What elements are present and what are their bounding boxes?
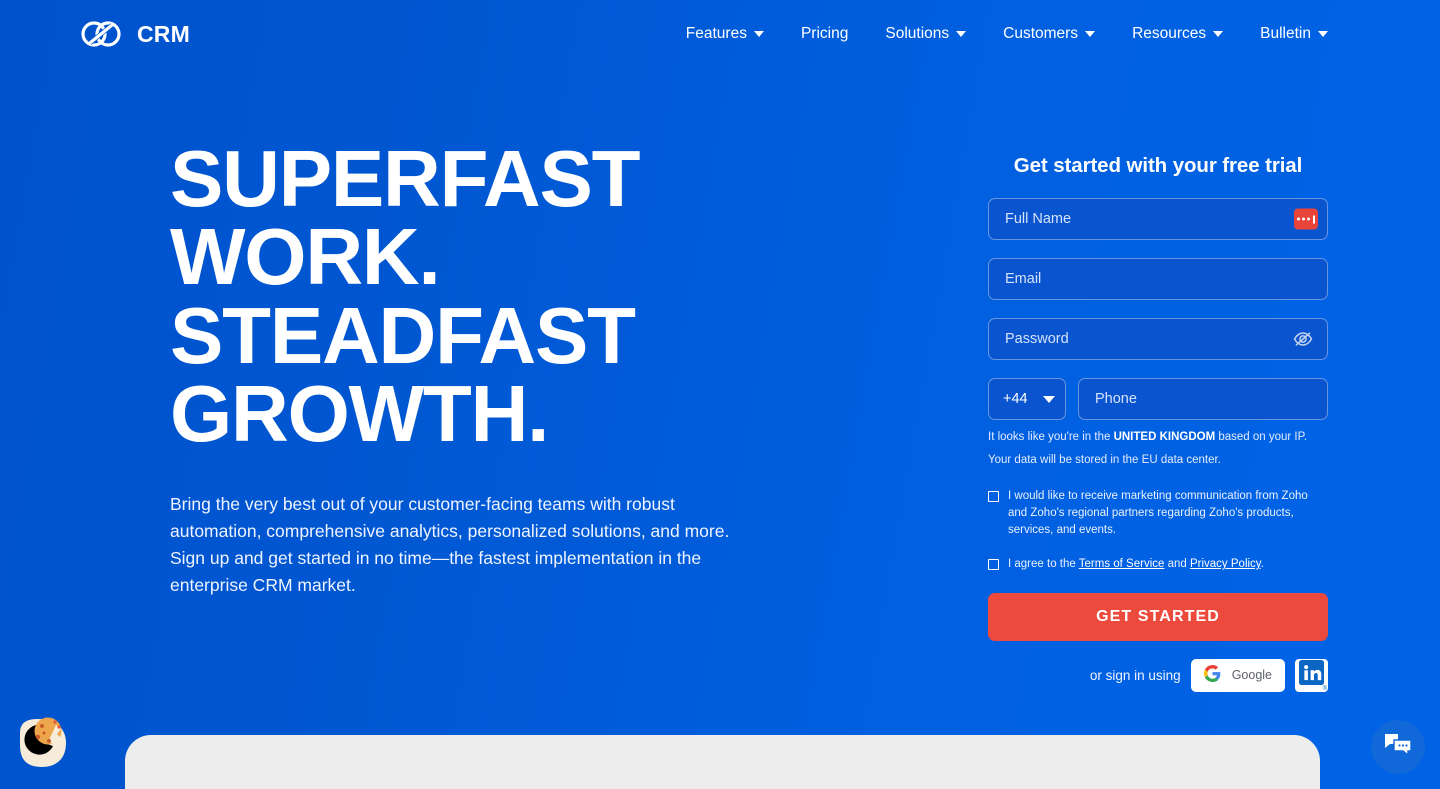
cookie-consent-icon — [8, 717, 76, 781]
hero-title-line: STEADFAST — [170, 290, 636, 380]
terms-middle: and — [1164, 558, 1190, 571]
nav-item-features[interactable]: Features — [686, 25, 764, 43]
email-placeholder: Email — [1005, 271, 1042, 287]
terms-consent-label: I agree to the Terms of Service and Priv… — [1008, 556, 1264, 573]
chat-support-button[interactable] — [1371, 720, 1425, 774]
signup-form: Get started with your free trial Full Na… — [988, 68, 1328, 692]
google-signin-label: Google — [1231, 668, 1272, 683]
phone-row: +44 Phone — [988, 378, 1328, 420]
nav-item-solutions[interactable]: Solutions — [885, 25, 967, 43]
password-placeholder: Password — [1005, 331, 1069, 347]
eye-slash-icon[interactable] — [1293, 331, 1313, 347]
registered-mark: ® — [1322, 685, 1327, 692]
nav-label: Customers — [1003, 25, 1079, 42]
google-signin-button[interactable]: Google — [1190, 658, 1285, 692]
hero-title-line: WORK. — [170, 212, 441, 302]
nav-item-bulletin[interactable]: Bulletin — [1260, 25, 1328, 43]
hero-section: SUPERFAST WORK. STEADFAST GROWTH. Bring … — [0, 68, 1440, 692]
signup-form-title: Get started with your free trial — [1013, 154, 1303, 177]
terms-consent-row: I agree to the Terms of Service and Priv… — [988, 556, 1328, 573]
marketing-consent-checkbox[interactable] — [988, 491, 999, 503]
email-field[interactable]: Email — [988, 258, 1328, 300]
terms-consent-checkbox[interactable] — [988, 558, 999, 570]
privacy-policy-link[interactable]: Privacy Policy — [1190, 558, 1261, 570]
chevron-down-icon — [1043, 395, 1055, 403]
ip-location-note: It looks like you're in the UNITED KINGD… — [988, 429, 1328, 446]
chevron-down-icon — [1213, 31, 1224, 37]
password-manager-icon[interactable] — [1294, 208, 1318, 230]
nav-links: Features Pricing Solutions Customers Res… — [686, 25, 1328, 43]
hero-title-line: SUPERFAST — [170, 134, 640, 223]
brand-logo-link[interactable]: CRM — [78, 17, 190, 51]
top-navigation-bar: CRM Features Pricing Solutions Customers… — [0, 0, 1440, 68]
chat-bubbles-icon — [1383, 732, 1413, 763]
phone-placeholder: Phone — [1095, 391, 1137, 407]
google-g-icon — [1203, 665, 1221, 685]
country-code-select[interactable]: +44 — [988, 378, 1066, 420]
zoho-infinity-logo-icon — [78, 17, 124, 51]
nav-label: Resources — [1132, 25, 1207, 42]
nav-item-resources[interactable]: Resources — [1132, 25, 1224, 43]
chevron-down-icon — [1318, 31, 1328, 37]
chevron-down-icon — [753, 31, 764, 37]
ip-note-prefix: It looks like you're in the — [988, 431, 1114, 443]
full-name-field[interactable]: Full Name — [988, 198, 1328, 240]
chevron-down-icon — [956, 31, 967, 37]
hero-copy: SUPERFAST WORK. STEADFAST GROWTH. Bring … — [170, 68, 790, 692]
linkedin-signin-button[interactable]: ® — [1295, 658, 1328, 692]
social-signin-label: or sign in using — [1089, 667, 1181, 683]
full-name-placeholder: Full Name — [1005, 211, 1072, 227]
linkedin-in-icon — [1299, 660, 1324, 690]
terms-of-service-link[interactable]: Terms of Service — [1079, 558, 1165, 570]
nav-label: Features — [685, 25, 747, 42]
ip-note-country: UNITED KINGDOM — [1113, 431, 1216, 443]
hero-title-line: GROWTH. — [170, 369, 549, 459]
nav-label: Solutions — [885, 25, 950, 42]
terms-suffix: . — [1260, 558, 1264, 571]
brand-name: CRM — [137, 20, 190, 47]
nav-label: Pricing — [800, 25, 849, 42]
cookie-consent-button[interactable] — [8, 709, 76, 777]
next-section-panel — [125, 735, 1320, 789]
ip-note-suffix: based on your IP. — [1215, 431, 1308, 443]
hero-subtitle: Bring the very best out of your customer… — [170, 493, 730, 596]
marketing-consent-row: I would like to receive marketing commun… — [988, 488, 1328, 539]
password-field[interactable]: Password — [988, 318, 1328, 360]
marketing-consent-label: I would like to receive marketing commun… — [1008, 490, 1308, 537]
phone-field[interactable]: Phone — [1078, 378, 1328, 420]
data-center-note: Your data will be stored in the EU data … — [988, 453, 1221, 466]
get-started-button[interactable]: GET STARTED — [988, 592, 1328, 641]
page-title: SUPERFAST WORK. STEADFAST GROWTH. — [170, 134, 790, 459]
terms-prefix: I agree to the — [1008, 558, 1079, 571]
country-code-value: +44 — [1003, 391, 1028, 407]
social-signin-row: or sign in using Google ® — [988, 658, 1328, 692]
nav-item-pricing[interactable]: Pricing — [801, 25, 848, 43]
nav-item-customers[interactable]: Customers — [1003, 25, 1096, 43]
chevron-down-icon — [1085, 31, 1096, 37]
nav-label: Bulletin — [1260, 25, 1311, 42]
